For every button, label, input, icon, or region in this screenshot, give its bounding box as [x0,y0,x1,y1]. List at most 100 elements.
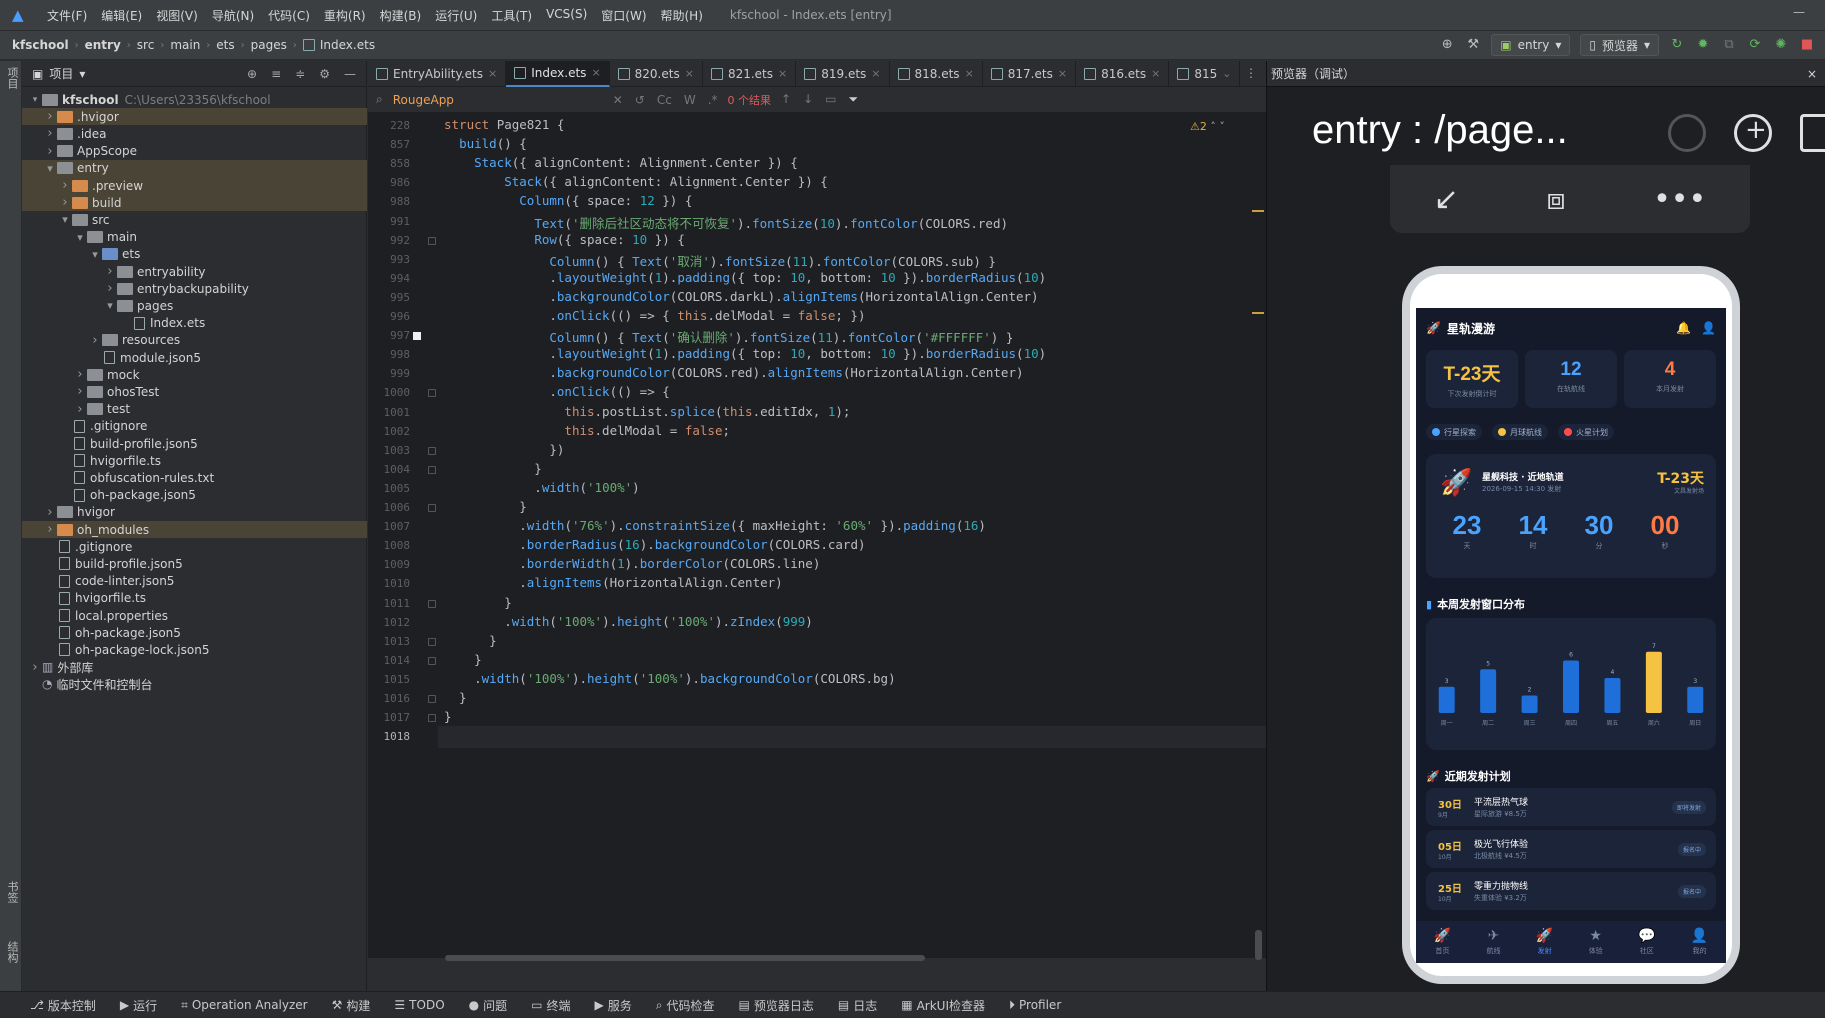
stat-card[interactable]: 12 在轨航线 [1525,350,1617,408]
zoom-out-icon[interactable] [1668,114,1706,152]
editor-tab[interactable]: 820.ets × [610,60,703,87]
hide-icon[interactable]: — [344,67,356,81]
vertical-scrollbar[interactable] [1255,930,1262,960]
tree-item[interactable]: › test [22,401,367,418]
tree-item[interactable]: module.json5 [22,349,367,366]
zoom-in-icon[interactable]: + [1734,114,1772,152]
chevron-right-icon[interactable]: › [43,109,57,124]
tree-item[interactable]: ▾ main [22,229,367,246]
words-icon[interactable]: W [684,93,696,107]
history-icon[interactable]: ↺ [635,93,645,107]
tool-window-button[interactable]: ▤ 预览器日志 [739,997,814,1014]
breadcrumb-item[interactable]: entry [85,38,121,52]
chevron-right-icon[interactable]: › [43,522,57,537]
filter-chip[interactable]: 火星计划 [1558,424,1614,440]
tree-item[interactable]: .gitignore [22,538,367,555]
tree-item[interactable]: build-profile.json5 [22,555,367,572]
tree-item[interactable]: ▾ entry [22,159,367,177]
clear-icon[interactable]: ✕ [613,93,623,107]
fold-icon[interactable] [428,656,436,665]
arrow-down-icon[interactable]: ↓ [803,92,813,107]
chevron-right-icon[interactable]: › [58,195,72,210]
tree-item[interactable]: Index.ets [22,315,367,332]
tree-item[interactable]: › AppScope [22,143,367,160]
menu-item[interactable]: 帮助(H) [654,7,710,24]
fit-screen-icon[interactable] [1800,114,1825,152]
fold-icon[interactable] [428,599,436,608]
tree-item[interactable]: ▾ pages [22,297,367,314]
tool-window-button[interactable]: ⚒ 构建 [332,997,371,1014]
chevron-down-icon[interactable]: ▾ [43,162,57,175]
chevron-right-icon[interactable]: › [73,384,87,399]
stop-icon[interactable]: ■ [1799,37,1815,53]
horizontal-scrollbar[interactable] [445,955,925,961]
menu-item[interactable]: 运行(U) [428,7,484,24]
stat-card[interactable]: T-23天 下次发射倒计时 [1426,350,1518,408]
close-icon[interactable]: × [1058,67,1067,80]
menu-item[interactable]: 视图(V) [149,7,205,24]
chevron-down-icon[interactable]: ▾ [58,213,72,226]
chevron-right-icon[interactable]: › [28,660,42,675]
nav-item-3[interactable]: ★ 体验 [1589,928,1603,956]
tree-item[interactable]: › .hvigor [22,108,367,126]
chevron-down-icon[interactable]: ˅ [1219,120,1225,133]
tool-window-button[interactable]: ▶ 运行 [120,997,157,1014]
project-tool-tab[interactable]: 项目 [2,67,20,89]
editor-tab[interactable]: EntryAbility.ets × [368,60,507,87]
user-icon[interactable]: 👤 [1701,321,1716,335]
tree-item[interactable]: obfuscation-rules.txt [22,469,367,486]
tree-item[interactable]: hvigorfile.ts [22,590,367,607]
stat-card[interactable]: 4 本月发射 [1624,350,1716,408]
nav-item-5[interactable]: 👤 我的 [1691,928,1708,956]
tool-window-button[interactable]: ▶ 服务 [595,997,632,1014]
tree-item[interactable]: ▾ src [22,211,367,228]
menu-item[interactable]: 编辑(E) [94,7,149,24]
close-icon[interactable]: × [1807,67,1817,81]
hammer-icon[interactable]: ⚒ [1465,37,1481,53]
nav-item-1[interactable]: ✈ 航线 [1487,928,1501,956]
fold-icon[interactable] [428,714,436,723]
structure-tool-tab[interactable]: 结构 [2,941,20,963]
debug-icon[interactable]: ✹ [1695,37,1711,53]
editor-tab[interactable]: 818.ets × [890,60,983,87]
chevron-down-icon[interactable]: ▾ [88,248,102,261]
tree-item[interactable]: › mock [22,366,367,383]
tool-window-button[interactable]: ⌗ Operation Analyzer [181,998,308,1013]
nav-item-2[interactable]: 🚀 发射 [1536,928,1553,956]
fold-icon[interactable] [428,695,436,703]
close-icon[interactable]: × [871,67,880,80]
menu-item[interactable]: 文件(F) [40,7,94,24]
tree-item[interactable]: ◔ 临时文件和控制台 [22,676,367,693]
close-icon[interactable]: × [965,67,974,80]
breadcrumb-item[interactable]: src [137,38,155,52]
device-selector[interactable]: ▯ 预览器 ▾ [1580,34,1659,56]
breadcrumb-item[interactable]: ets [216,38,234,52]
tree-item[interactable]: oh-package-lock.json5 [22,641,367,658]
plan-item[interactable]: 30日 9月 平流层热气球 星际旅游 ¥8.5万 即将发射 [1426,788,1716,826]
tree-item[interactable]: hvigorfile.ts [22,452,367,469]
fold-icon[interactable] [428,637,436,646]
tabs-more-icon[interactable]: ⋮ [1245,66,1257,80]
bookmarks-tool-tab[interactable]: 书签 [2,881,20,903]
fold-icon[interactable] [428,389,436,398]
project-panel-title[interactable]: 项目 [49,65,73,82]
tree-item[interactable]: › hvigor [22,504,367,521]
tree-item[interactable]: › ▥ 外部库 [22,659,367,676]
fold-icon[interactable] [428,504,436,512]
menu-item[interactable]: 重构(R) [317,7,373,24]
tree-item[interactable]: › oh_modules [22,521,367,538]
menu-item[interactable]: 导航(N) [205,7,261,24]
rerun-icon[interactable]: ⟳ [1747,37,1763,53]
breadcrumb-item[interactable]: main [170,38,200,52]
more-icon[interactable]: ••• [1653,182,1706,217]
bookmark-icon[interactable] [413,332,421,341]
editor-tab[interactable]: 815 ⌄ [1169,60,1241,87]
tool-window-button[interactable]: ▤ 日志 [838,997,877,1014]
plan-item[interactable]: 25日 10月 零重力抛物线 失重体验 ¥3.2万 报名中 [1426,872,1716,910]
close-icon[interactable]: × [1151,67,1160,80]
tool-window-button[interactable]: ▦ ArkUI检查器 [901,997,985,1014]
chevron-right-icon[interactable]: › [43,144,57,159]
tree-item[interactable]: › .idea [22,125,367,142]
breadcrumb-item[interactable]: pages [251,38,287,52]
chevron-right-icon[interactable]: › [73,402,87,417]
